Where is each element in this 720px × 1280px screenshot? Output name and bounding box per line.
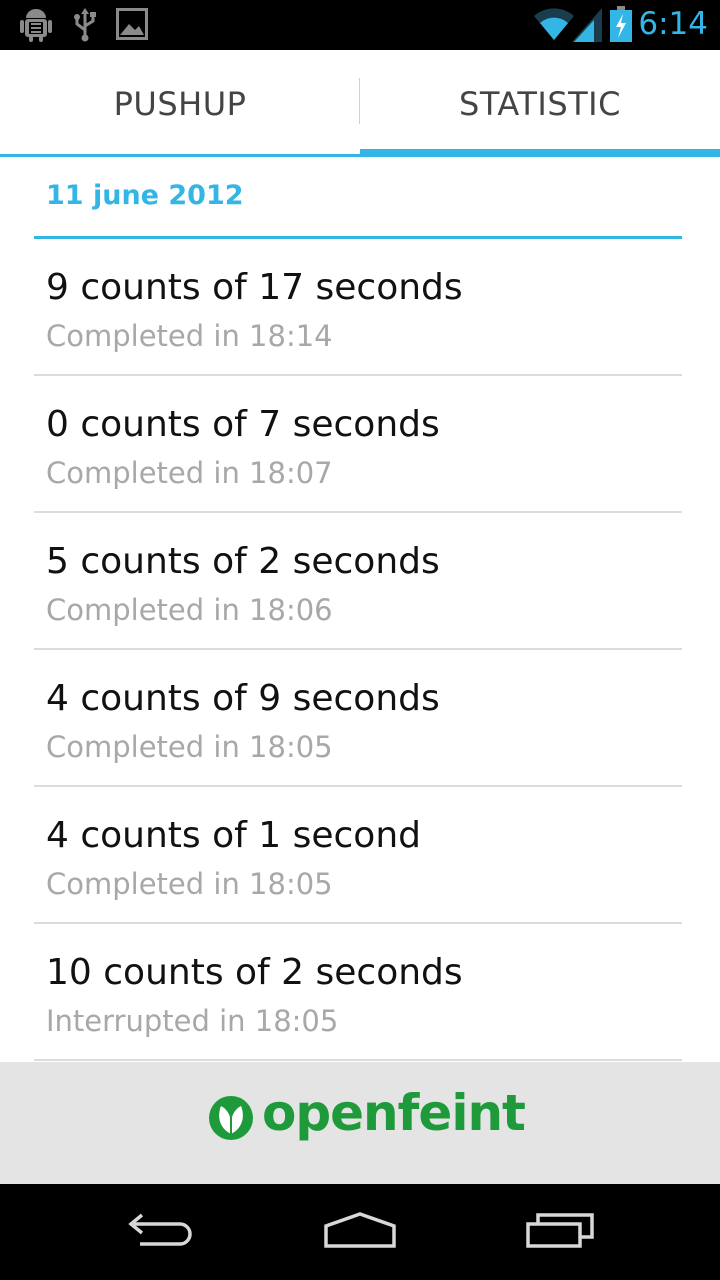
openfeint-banner[interactable]: openfeint xyxy=(0,1062,720,1184)
openfeint-wordmark: openfeint xyxy=(262,1084,526,1142)
tab-pushup[interactable]: PUSHUP xyxy=(0,50,360,158)
openfeint-logo-icon xyxy=(207,1094,255,1146)
status-bar: 6:14 xyxy=(0,0,720,50)
list-divider xyxy=(34,1059,682,1061)
wifi-icon xyxy=(534,8,574,46)
tab-selected-indicator xyxy=(360,149,720,157)
home-icon xyxy=(322,1210,398,1254)
list-item[interactable]: 4 counts of 1 second Completed in 18:05 xyxy=(0,787,720,924)
list-item[interactable]: 5 counts of 2 seconds Completed in 18:06 xyxy=(0,513,720,650)
status-clock: 6:14 xyxy=(638,6,708,42)
statistic-list: 9 counts of 17 seconds Completed in 18:1… xyxy=(0,239,720,1061)
image-icon xyxy=(116,8,148,44)
date-section-header: 11 june 2012 xyxy=(46,180,244,211)
navigation-bar xyxy=(0,1184,720,1280)
usb-icon xyxy=(74,8,96,46)
tab-statistic[interactable]: STATISTIC xyxy=(360,50,720,158)
list-item[interactable]: 9 counts of 17 seconds Completed in 18:1… xyxy=(0,239,720,376)
list-item-title: 10 counts of 2 seconds xyxy=(46,952,463,993)
battery-charging-icon xyxy=(610,6,632,46)
list-item-title: 4 counts of 1 second xyxy=(46,815,421,856)
tab-bar: PUSHUP STATISTIC xyxy=(0,50,720,158)
list-item-title: 9 counts of 17 seconds xyxy=(46,267,463,308)
list-item-title: 5 counts of 2 seconds xyxy=(46,541,440,582)
list-item-subtitle: Interrupted in 18:05 xyxy=(46,1004,339,1038)
signal-icon xyxy=(572,8,602,46)
list-item-subtitle: Completed in 18:06 xyxy=(46,593,333,627)
list-item[interactable]: 4 counts of 9 seconds Completed in 18:05 xyxy=(0,650,720,787)
list-item-subtitle: Completed in 18:07 xyxy=(46,456,333,490)
list-item[interactable]: 10 counts of 2 seconds Interrupted in 18… xyxy=(0,924,720,1061)
back-icon xyxy=(124,1210,196,1254)
recent-apps-button[interactable] xyxy=(440,1184,680,1280)
list-item-subtitle: Completed in 18:05 xyxy=(46,730,333,764)
list-item-title: 4 counts of 9 seconds xyxy=(46,678,440,719)
list-item[interactable]: 0 counts of 7 seconds Completed in 18:07 xyxy=(0,376,720,513)
tab-base-line xyxy=(0,154,360,157)
android-debug-icon xyxy=(20,8,52,46)
recent-apps-icon xyxy=(524,1210,596,1254)
list-item-subtitle: Completed in 18:05 xyxy=(46,867,333,901)
list-item-title: 0 counts of 7 seconds xyxy=(46,404,440,445)
list-item-subtitle: Completed in 18:14 xyxy=(46,319,333,353)
